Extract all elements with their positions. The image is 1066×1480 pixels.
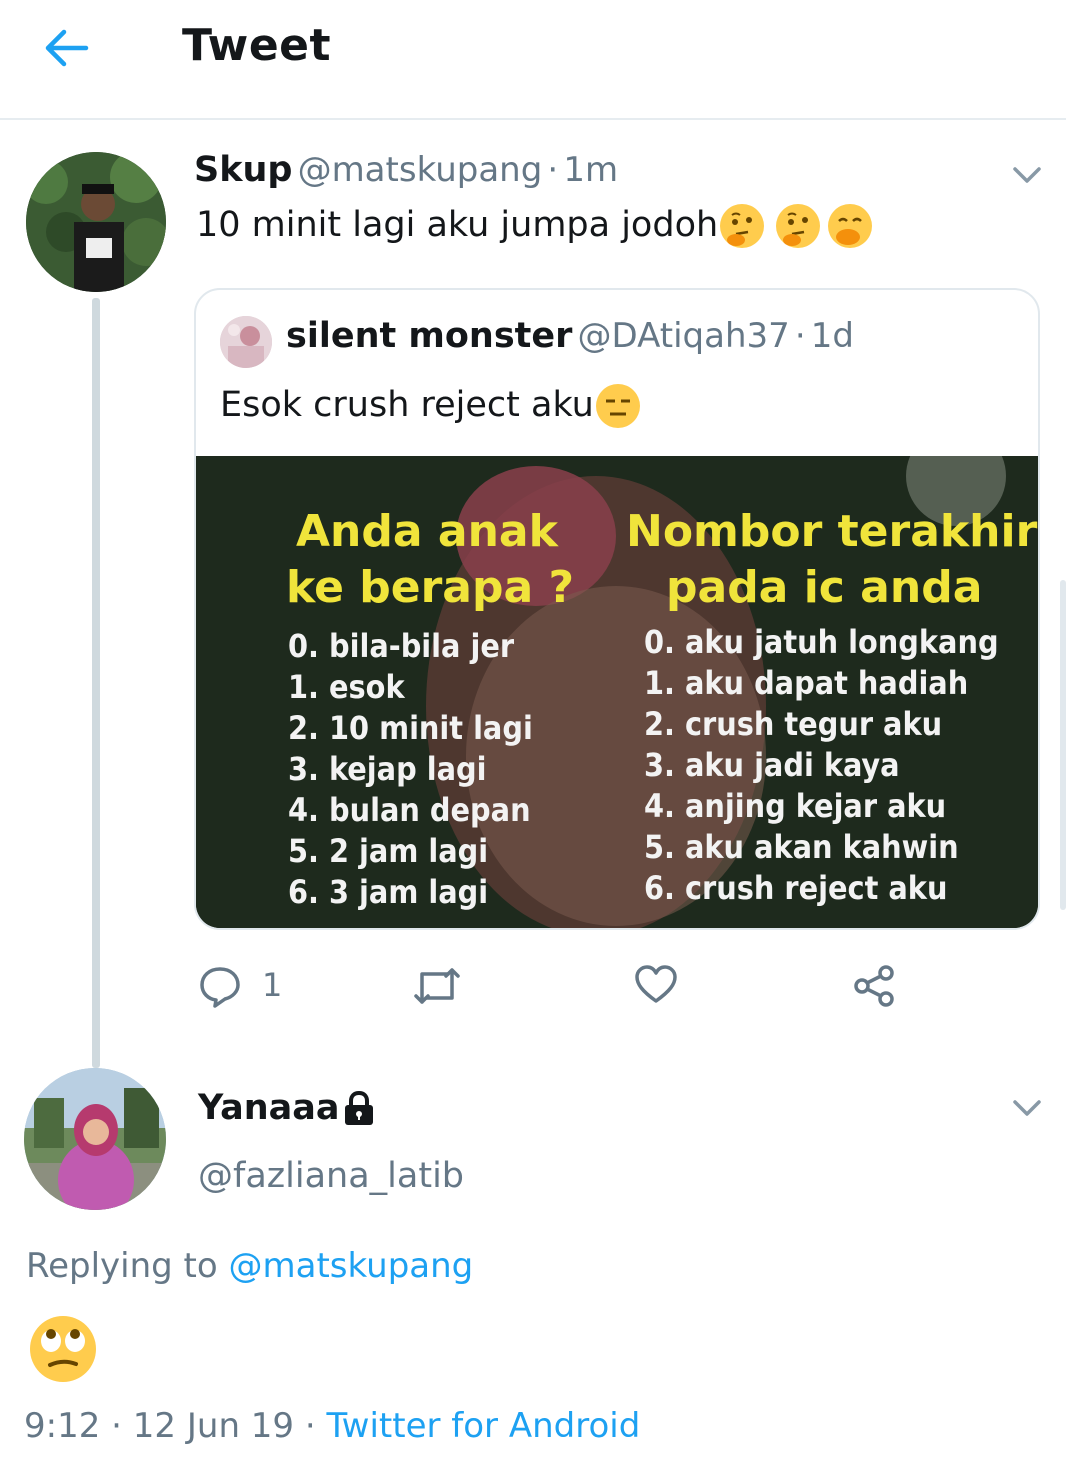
tweet-text-row: 10 minit lagi aku jumpa jodoh (196, 204, 873, 248)
separator: · (547, 150, 559, 190)
top-bar (0, 0, 1066, 120)
share-icon (854, 965, 894, 1007)
back-arrow-icon[interactable] (42, 28, 90, 68)
image-left-item: 0. bila-bila jer (288, 627, 515, 665)
quoted-image[interactable]: Anda anak ke berapa ? Nombor terakhir pa… (196, 456, 1038, 928)
image-left-item: 6. 3 jam lagi (288, 873, 489, 911)
author-name[interactable]: Skup (194, 150, 292, 190)
image-right-item: 2. crush tegur aku (644, 705, 943, 743)
quoted-text: Esok crush reject aku (220, 385, 594, 425)
page-title: Tweet (182, 20, 332, 71)
image-right-title-1: Nombor terakhir (626, 506, 1038, 557)
replying-to-link[interactable]: @matskupang (229, 1246, 474, 1286)
heart-icon (635, 965, 677, 1003)
reply-author-handle[interactable]: @fazliana_latib (198, 1156, 464, 1196)
replying-to-label: Replying to (26, 1246, 218, 1286)
quoted-author-handle: @DAtiqah37 (577, 316, 790, 356)
image-left-title-1: Anda anak (296, 506, 558, 557)
image-right-item: 1. aku dapat hadiah (644, 664, 969, 702)
chevron-down-icon[interactable] (1012, 1098, 1042, 1118)
quoted-tweet-card[interactable]: silent monster @DAtiqah37 · 1d Esok crus… (194, 288, 1040, 930)
tweet-meta: 9:12 · 12 Jun 19 · Twitter for Android (24, 1406, 640, 1446)
image-right-item: 3. aku jadi kaya (644, 746, 900, 784)
quoted-avatar (220, 316, 272, 368)
image-right-title-2: pada ic anda (666, 562, 983, 613)
image-left-list: 0. bila-bila jer 1. esok 2. 10 minit lag… (288, 626, 533, 913)
image-left-title-2: ke berapa ? (286, 562, 574, 613)
quoted-tweet-time: 1d (810, 316, 854, 356)
face-with-hand-over-mouth-icon (828, 204, 873, 248)
avatar[interactable] (26, 152, 166, 292)
retweet-icon (414, 968, 460, 1004)
image-right-list: 0. aku jatuh longkang 1. aku dapat hadia… (644, 622, 999, 909)
separator: · (111, 1406, 122, 1446)
reply-icon (200, 967, 240, 1008)
image-left-item: 2. 10 minit lagi (288, 709, 533, 747)
like-button[interactable] (634, 964, 678, 1008)
image-right-item: 5. aku akan kahwin (644, 828, 959, 866)
share-button[interactable] (852, 964, 896, 1012)
replying-to: Replying to @matskupang (26, 1246, 473, 1286)
reply-count: 1 (262, 966, 283, 1004)
image-left-item: 5. 2 jam lagi (288, 832, 489, 870)
face-with-rolling-eyes-icon (28, 1314, 98, 1384)
reply-button[interactable] (198, 964, 242, 1012)
expressionless-face-icon (595, 384, 640, 428)
image-right-item: 4. anjing kejar aku (644, 787, 947, 825)
quoted-author-name: silent monster (286, 316, 573, 356)
quoted-header: silent monster @DAtiqah37 · 1d (286, 316, 854, 356)
lock-icon (340, 1090, 378, 1128)
image-right-item: 0. aku jatuh longkang (644, 623, 999, 661)
image-left-item: 4. bulan depan (288, 791, 531, 829)
avatar[interactable] (24, 1068, 166, 1210)
tweet-header: Skup @matskupang · 1m (194, 150, 618, 190)
meta-time: 9:12 (24, 1406, 101, 1446)
image-left-item: 3. kejap lagi (288, 750, 487, 788)
reply-author-name[interactable]: Yanaaa (198, 1088, 340, 1128)
image-right-item: 6. crush reject aku (644, 869, 948, 907)
retweet-button[interactable] (412, 966, 462, 1010)
tweet-time[interactable]: 1m (563, 150, 618, 190)
author-handle[interactable]: @matskupang (298, 150, 543, 190)
thinking-face-icon (720, 204, 765, 248)
tweet-text: 10 minit lagi aku jumpa jodoh (196, 205, 719, 245)
meta-source-link[interactable]: Twitter for Android (327, 1406, 641, 1446)
scrollbar[interactable] (1060, 580, 1066, 910)
thinking-face-icon (776, 204, 821, 248)
chevron-down-icon[interactable] (1012, 165, 1042, 185)
separator: · (304, 1406, 316, 1446)
thread-line (92, 298, 100, 1068)
meta-date: 12 Jun 19 (132, 1406, 295, 1446)
separator: · (794, 316, 806, 356)
quoted-text-row: Esok crush reject aku (220, 384, 640, 428)
image-left-item: 1. esok (288, 668, 405, 706)
